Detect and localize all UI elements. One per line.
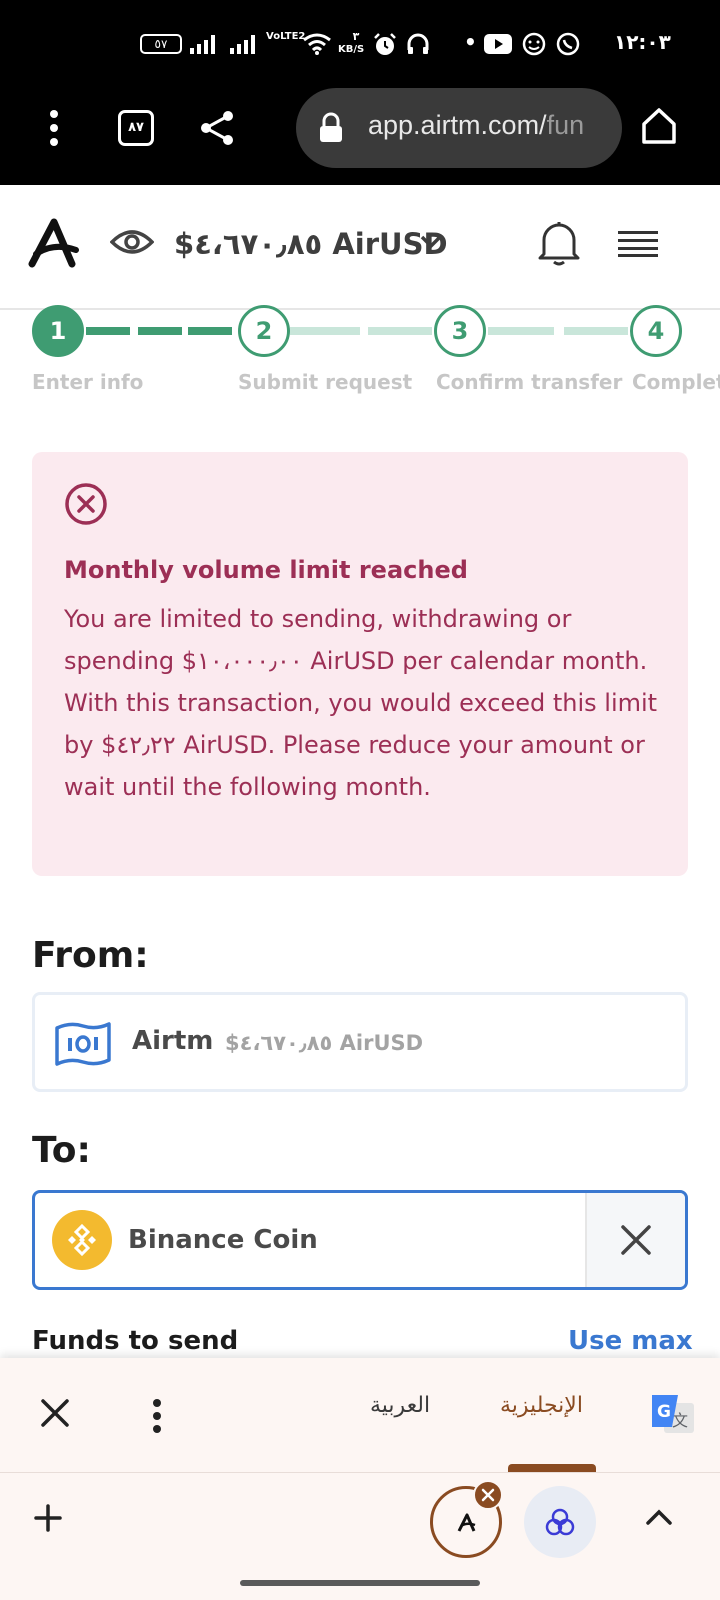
active-language-indicator: [508, 1464, 596, 1472]
from-account-balance: $٤،٦٧٠٫٨٥ AirUSD: [225, 1031, 424, 1055]
emoji-app-icon: [522, 32, 546, 56]
stepper-dash: [188, 327, 232, 335]
status-bar: ٥٧ VoLTE2 ٣ KB/S • ١٢:٠٣: [0, 0, 720, 82]
step-1-label: Enter info: [32, 370, 144, 394]
stepper-dash: [368, 327, 432, 335]
translate-bar: [0, 1358, 720, 1472]
chevron-up-icon[interactable]: [646, 1508, 672, 1526]
whatsapp-icon: [556, 32, 580, 56]
close-tab-button[interactable]: [473, 1480, 503, 1510]
url-text: app.airtm.com/fun: [368, 110, 585, 140]
volte-label: VoLTE2: [266, 31, 306, 42]
hamburger-menu-icon[interactable]: [618, 230, 658, 258]
translate-options-icon[interactable]: [150, 1398, 164, 1434]
close-translate-icon[interactable]: [40, 1398, 70, 1428]
home-icon[interactable]: [640, 106, 678, 146]
share-icon[interactable]: [198, 108, 238, 148]
target-language-tab[interactable]: الإنجليزية: [500, 1393, 583, 1418]
signal-strength-1-icon: [190, 34, 215, 54]
lock-icon: [320, 112, 342, 142]
source-language-tab[interactable]: العربية: [370, 1393, 430, 1418]
wifi-icon: [303, 33, 331, 55]
clock: ١٢:٠٣: [614, 30, 671, 54]
tab-app-icon: [545, 1508, 575, 1536]
to-method-name: Binance Coin: [128, 1225, 318, 1255]
alarm-icon: [374, 33, 396, 55]
step-4-label-clip: Complete: [632, 366, 720, 398]
airtm-tab-logo: [457, 1513, 476, 1532]
screen: ٥٧ VoLTE2 ٣ KB/S • ١٢:٠٣ ٨٧ app.airtm.co…: [0, 0, 720, 1600]
binance-coin-icon: [52, 1210, 112, 1270]
step-1-circle: 1: [32, 305, 84, 357]
tab-bubble-2[interactable]: [524, 1486, 596, 1558]
alert-body: You are limited to sending, withdrawing …: [64, 605, 658, 801]
headphones-icon: [407, 33, 429, 54]
step-3-label: Confirm transfer: [436, 370, 623, 394]
svg-text:G: G: [657, 1402, 671, 1422]
tab-switcher-button[interactable]: ٨٧: [118, 110, 154, 146]
use-max-link[interactable]: Use max: [568, 1326, 693, 1356]
step-4-circle: 4: [630, 305, 682, 357]
bell-icon[interactable]: [538, 220, 580, 266]
from-account-name: Airtm: [132, 1026, 214, 1056]
stepper-dash: [290, 327, 360, 335]
alert-title: Monthly volume limit reached: [64, 556, 468, 584]
browser-menu-icon[interactable]: [44, 108, 64, 148]
eye-icon[interactable]: [110, 226, 154, 258]
clear-destination-button[interactable]: [585, 1193, 685, 1287]
stepper-dash: [86, 327, 130, 335]
battery-indicator: ٥٧: [140, 34, 182, 54]
error-circle-icon: [65, 483, 107, 525]
close-icon: [621, 1225, 651, 1255]
step-2-circle: 2: [238, 305, 290, 357]
add-tab-icon[interactable]: [34, 1504, 62, 1532]
stepper-dash: [488, 327, 554, 335]
funds-to-send-label: Funds to send: [32, 1326, 239, 1356]
stepper-dash: [138, 327, 182, 335]
from-label: From:: [32, 935, 149, 976]
close-icon: [481, 1488, 495, 1502]
stepper-dash: [564, 327, 628, 335]
home-gesture-pill[interactable]: [240, 1580, 480, 1586]
signal-strength-2-icon: [230, 34, 255, 54]
network-speed-value: ٣: [352, 30, 360, 43]
step-2-label: Submit request: [238, 370, 413, 394]
header-balance[interactable]: $٤،٦٧٠٫٨٥ AirUSD: [174, 227, 448, 261]
airtm-logo[interactable]: [28, 218, 80, 268]
to-label: To:: [32, 1130, 91, 1171]
bottom-tab-bar: [0, 1472, 720, 1570]
google-translate-icon: 文 G: [652, 1395, 694, 1433]
notification-dot-icon: •: [464, 30, 477, 54]
step-4-label: Complete: [632, 370, 720, 394]
youtube-icon: [484, 34, 512, 54]
network-speed-unit: KB/S: [338, 44, 365, 55]
cash-icon: [55, 1022, 111, 1066]
chevron-down-icon[interactable]: [420, 234, 442, 250]
address-bar[interactable]: app.airtm.com/fun: [296, 88, 622, 168]
step-3-circle: 3: [434, 305, 486, 357]
